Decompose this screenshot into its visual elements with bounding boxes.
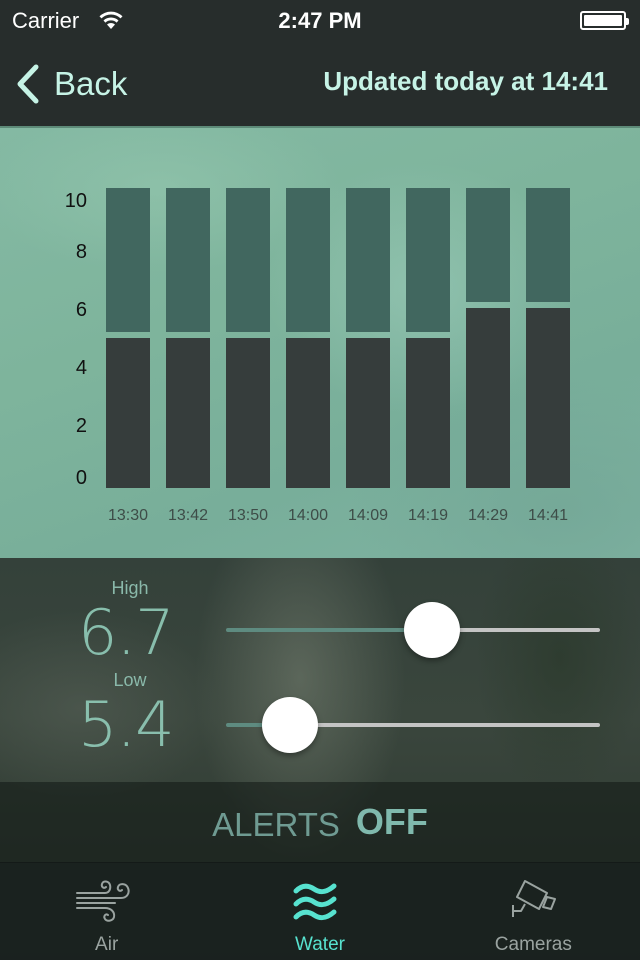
bar-value <box>166 338 210 488</box>
top-bar: Carrier 2:47 PM Back Updated today at 14… <box>0 0 640 128</box>
x-tick-label: 14:19 <box>408 507 448 524</box>
bar-remainder <box>406 188 450 332</box>
y-tick-label: 8 <box>76 241 87 263</box>
y-tick-label: 0 <box>76 467 87 489</box>
low-value: 5.4 <box>78 688 175 761</box>
wind-icon <box>75 880 130 922</box>
bar-value <box>466 308 510 488</box>
bar-remainder <box>226 188 270 332</box>
tab-air[interactable]: Air <box>0 863 213 960</box>
threshold-controls: High 6.7 Low 5.4 <box>0 558 640 782</box>
slider-thumb[interactable] <box>261 697 318 753</box>
status-time: 2:47 PM <box>278 8 362 33</box>
bar-value <box>346 338 390 488</box>
alerts-state: OFF <box>355 801 428 842</box>
updated-timestamp: Updated today at 14:41 <box>323 66 608 96</box>
x-tick-label: 13:30 <box>108 507 148 524</box>
bar-remainder <box>526 188 570 302</box>
low-threshold-slider[interactable] <box>226 695 600 755</box>
slider-track-min <box>226 628 432 632</box>
bar-value <box>526 308 570 488</box>
tab-label: Air <box>95 934 119 955</box>
bar-remainder <box>166 188 210 332</box>
back-label: Back <box>54 65 128 102</box>
battery-fill <box>584 15 622 26</box>
y-tick-label: 6 <box>76 299 87 321</box>
x-tick-label: 13:50 <box>228 507 268 524</box>
slider-track-max <box>289 723 600 727</box>
ph-history-chart: 0 2 4 6 8 10 13:30 13:42 13:50 14:00 14:09 14:19 14:… <box>0 130 640 558</box>
battery-icon <box>580 11 629 30</box>
y-tick-label: 2 <box>76 415 87 437</box>
high-value: 6.7 <box>78 596 175 669</box>
battery-nub <box>626 18 629 25</box>
bar-remainder <box>286 188 330 332</box>
bar-remainder <box>106 188 150 332</box>
tab-bar: Air Water Cameras <box>0 862 640 960</box>
bar-value <box>286 338 330 488</box>
bar-value <box>406 338 450 488</box>
chevron-left-icon <box>17 64 39 104</box>
alerts-toggle[interactable]: ALERTS OFF <box>0 782 640 862</box>
x-tick-label: 14:41 <box>528 507 568 524</box>
stacked-bar-chart: 0 2 4 6 8 10 13:30 13:42 13:50 14:00 14:09 14:19 14:… <box>65 188 570 524</box>
bar-value <box>226 338 270 488</box>
status-bar: Carrier 2:47 PM <box>0 0 640 40</box>
waves-icon <box>293 883 337 921</box>
bar-remainder <box>466 188 510 302</box>
bar-remainder <box>346 188 390 332</box>
y-tick-label: 4 <box>76 357 87 379</box>
y-tick-label: 10 <box>65 190 87 212</box>
x-tick-label: 13:42 <box>168 507 208 524</box>
alerts-label: ALERTS <box>212 806 340 843</box>
tab-cameras[interactable]: Cameras <box>427 863 640 960</box>
x-tick-label: 14:29 <box>468 507 508 524</box>
x-tick-label: 14:09 <box>348 507 388 524</box>
tab-water[interactable]: Water <box>213 863 426 960</box>
bar-value <box>106 338 150 488</box>
back-button[interactable]: Back <box>14 64 127 104</box>
high-threshold-slider[interactable] <box>226 600 600 660</box>
x-tick-label: 14:00 <box>288 507 328 524</box>
security-camera-icon <box>512 880 557 917</box>
tab-label: Cameras <box>494 934 572 955</box>
slider-thumb[interactable] <box>403 602 460 658</box>
tab-label: Water <box>295 934 345 955</box>
